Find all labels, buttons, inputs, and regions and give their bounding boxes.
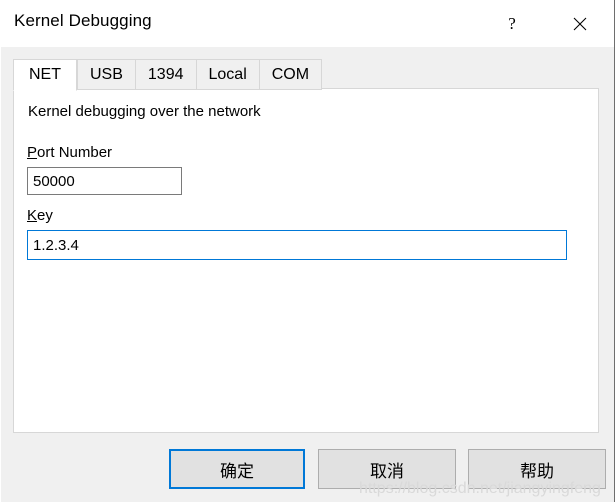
- close-icon: [573, 17, 587, 30]
- tab-com-label: COM: [271, 65, 310, 83]
- tab-usb[interactable]: USB: [77, 59, 135, 90]
- cancel-button-label: 取消: [370, 461, 404, 481]
- key-label: Key: [27, 207, 53, 224]
- tab-local[interactable]: Local: [195, 59, 259, 90]
- tab-1394-label: 1394: [147, 65, 184, 83]
- kernel-debugging-dialog: Kernel Debugging ? NET USB 1394 Local CO…: [0, 0, 615, 502]
- tab-1394[interactable]: 1394: [134, 59, 196, 90]
- port-number-input[interactable]: [27, 167, 182, 195]
- tab-usb-label: USB: [90, 65, 123, 83]
- key-input[interactable]: [27, 230, 567, 260]
- key-label-accel: K: [27, 207, 38, 224]
- tab-local-label: Local: [208, 65, 247, 83]
- port-number-label-rest: ort Number: [37, 144, 113, 161]
- tab-net[interactable]: NET: [13, 59, 77, 91]
- ok-button-label: 确定: [220, 461, 254, 481]
- port-number-label-accel: P: [27, 144, 38, 161]
- tab-content-panel: Kernel debugging over the network Port N…: [13, 88, 599, 433]
- tab-net-label: NET: [29, 66, 61, 83]
- window-title: Kernel Debugging: [14, 11, 152, 30]
- tab-strip: NET USB 1394 Local COM: [13, 58, 323, 91]
- question-mark-icon: ?: [508, 14, 516, 33]
- close-caption-button[interactable]: [557, 0, 603, 47]
- help-caption-button[interactable]: ?: [489, 0, 535, 47]
- tab-com[interactable]: COM: [258, 59, 323, 90]
- help-button[interactable]: 帮助: [468, 449, 606, 489]
- help-button-label: 帮助: [520, 461, 554, 481]
- cancel-button[interactable]: 取消: [318, 449, 456, 489]
- panel-description: Kernel debugging over the network: [28, 103, 261, 120]
- port-number-label: Port Number: [27, 144, 112, 161]
- key-label-rest: ey: [37, 207, 53, 224]
- title-bar: Kernel Debugging ?: [1, 0, 614, 48]
- ok-button[interactable]: 确定: [169, 449, 305, 489]
